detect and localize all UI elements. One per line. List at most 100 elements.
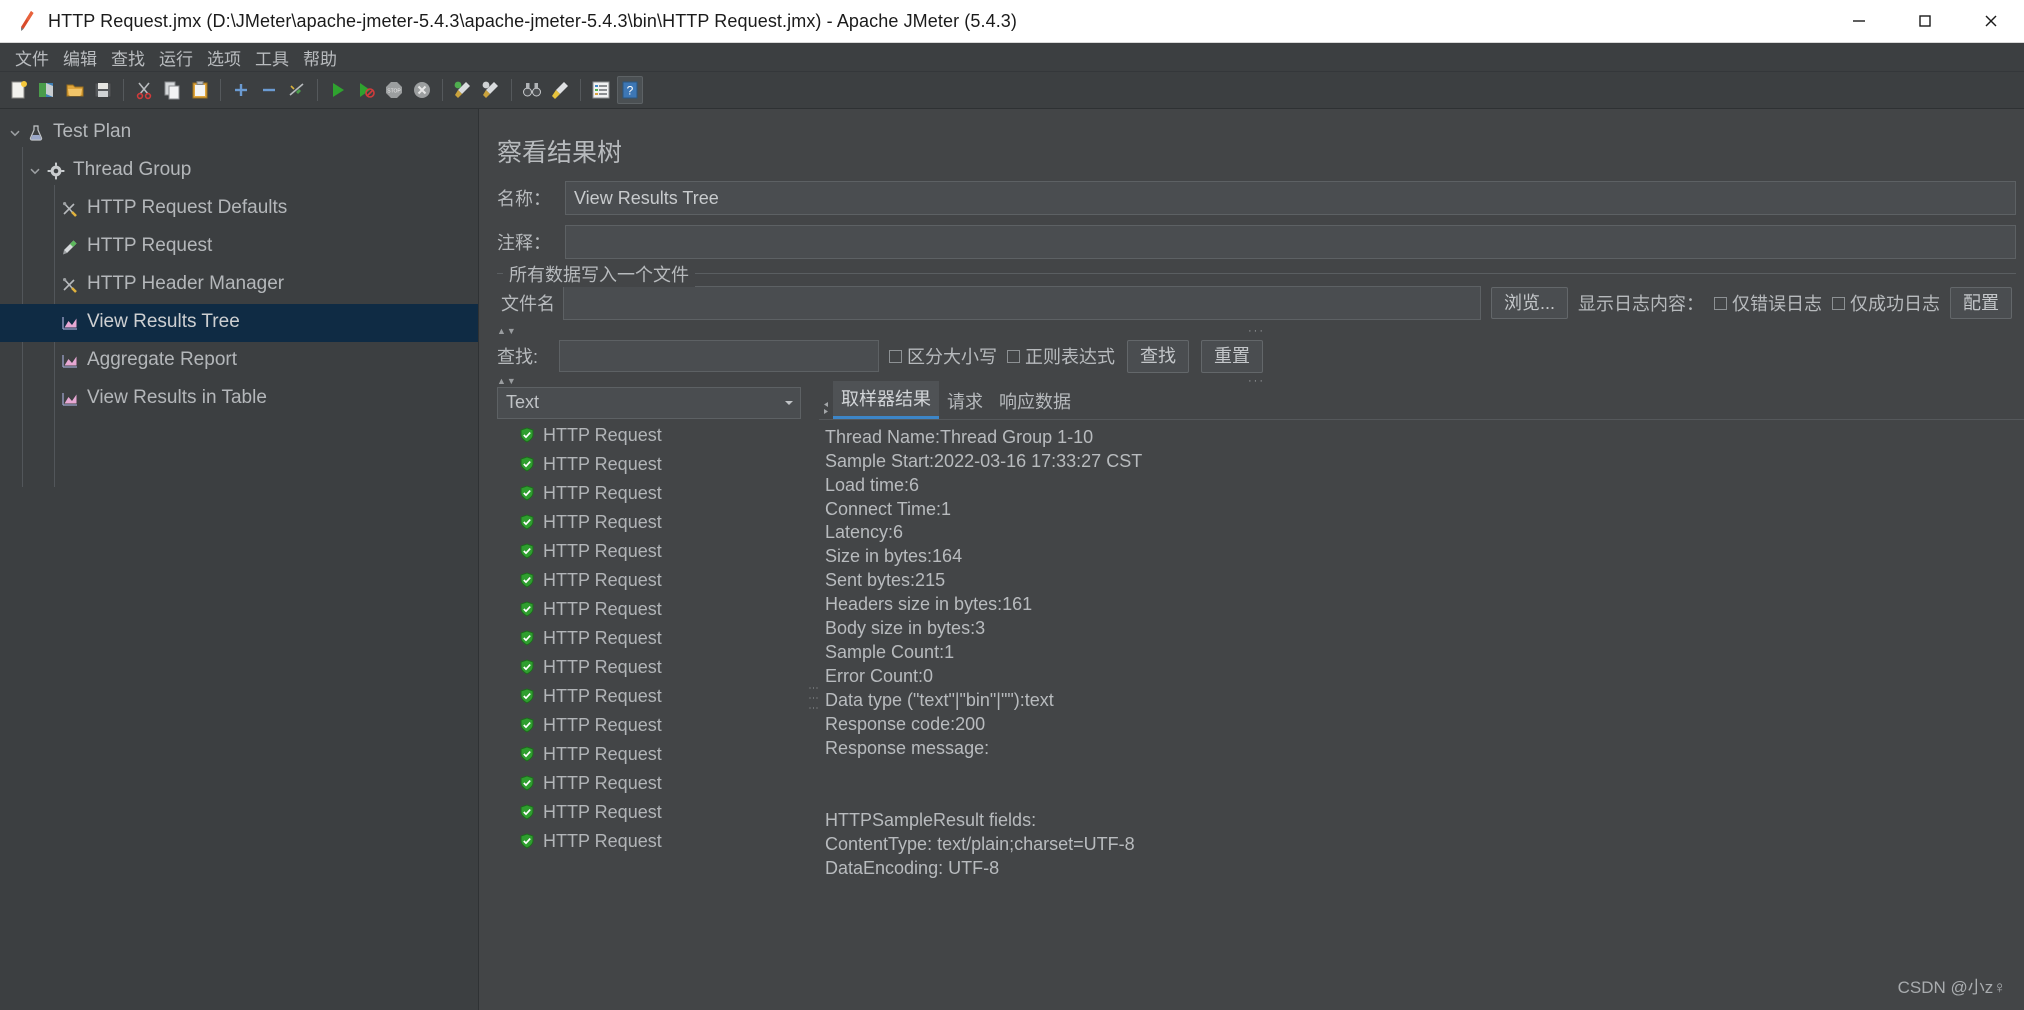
clear-all-broom-icon[interactable] [479,77,503,103]
search-binoculars-icon[interactable] [520,77,544,103]
open-folder-icon[interactable] [63,77,87,103]
save-icon[interactable] [91,77,115,103]
menu-options[interactable]: 选项 [200,43,248,72]
reset-search-broom-icon[interactable] [548,77,572,103]
tree-item-http-request-defaults[interactable]: HTTP Request Defaults [0,190,478,228]
renderer-selected-value: Text [506,392,540,413]
success-only-checkbox[interactable]: 仅成功日志 [1832,290,1940,316]
maximize-button[interactable] [1892,0,1958,42]
list-item[interactable]: HTTP Request [497,740,801,769]
checkbox-box[interactable] [1007,349,1020,363]
list-item-label: HTTP Request [543,743,662,764]
vertical-splitter[interactable]: ⋮⋮⋮ [807,386,819,1010]
checkbox-box[interactable] [1714,296,1727,310]
clear-broom-icon[interactable] [451,77,475,103]
list-item[interactable]: HTTP Request [497,479,801,508]
chevron-down-icon[interactable] [6,127,24,139]
tree-item-http-header-manager[interactable]: HTTP Header Manager [0,266,478,304]
results-splitter[interactable]: ▲▼ ··· [497,376,2016,387]
regexp-label: 正则表达式 [1025,347,1115,368]
tree-item-test-plan[interactable]: Test Plan [0,114,478,152]
toggle-enable-icon[interactable] [285,77,309,103]
paste-clipboard-icon[interactable] [188,77,212,103]
splitter-dots[interactable]: ··· [1248,376,1265,387]
splitter-dots[interactable]: ··· [1248,325,1265,336]
name-input[interactable]: View Results Tree [565,181,2016,215]
case-sensitive-label: 区分大小写 [907,347,997,368]
splitter-arrows[interactable]: ▲▼ [497,326,517,336]
menu-run[interactable]: 运行 [152,43,200,72]
regexp-checkbox[interactable]: 正则表达式 [1007,343,1115,369]
tree-item-view-results-in-table[interactable]: View Results in Table [0,380,478,418]
list-item[interactable]: HTTP Request [497,798,801,827]
chevron-down-icon[interactable] [26,165,44,177]
list-item[interactable]: HTTP Request [497,711,801,740]
copy-icon[interactable] [160,77,184,103]
tree-item-view-results-tree[interactable]: View Results Tree [0,304,478,342]
checkbox-box[interactable] [889,349,902,363]
shutdown-icon[interactable] [410,77,434,103]
tree-item-thread-group[interactable]: Thread Group [0,152,478,190]
cut-scissors-icon[interactable] [132,77,156,103]
list-item[interactable]: HTTP Request [497,827,801,856]
tree-item-label: Aggregate Report [87,349,237,370]
renderer-select[interactable]: Text [497,386,801,419]
listener-icon [58,390,82,408]
svg-text:?: ? [627,84,634,98]
list-item-label: HTTP Request [543,830,662,851]
new-document-icon[interactable] [7,77,31,103]
menu-search[interactable]: 查找 [104,43,152,72]
splitter-dots[interactable]: ⋮⋮⋮ [808,683,819,713]
list-item[interactable]: HTTP Request [497,508,801,537]
tree-item-aggregate-report[interactable]: Aggregate Report [0,342,478,380]
search-splitter[interactable]: ▲▼ ··· [497,325,2016,336]
result-list[interactable]: HTTP Request HTTP Request HTTP Request H… [497,420,801,1010]
list-item[interactable]: HTTP Request [497,537,801,566]
list-item[interactable]: HTTP Request [497,624,801,653]
errors-only-checkbox[interactable]: 仅错误日志 [1714,290,1822,316]
tree-item-http-request[interactable]: HTTP Request [0,228,478,266]
close-button[interactable] [1958,0,2024,42]
configure-button[interactable]: 配置 [1950,286,2012,320]
comment-input[interactable] [565,225,2016,259]
menu-tools[interactable]: 工具 [248,43,296,72]
menu-file[interactable]: 文件 [8,43,56,72]
collapse-minus-icon[interactable] [257,77,281,103]
search-input[interactable] [559,340,879,373]
tab-scroll-arrows[interactable] [819,401,833,419]
browse-button[interactable]: 浏览... [1490,286,1568,320]
title-bar: HTTP Request.jmx (D:\JMeter\apache-jmete… [0,0,2024,43]
checkbox-box[interactable] [1832,296,1845,310]
splitter-arrows[interactable]: ▲▼ [497,377,517,386]
list-item[interactable]: HTTP Request [497,595,801,624]
minimize-button[interactable] [1826,0,1892,42]
stop-icon[interactable]: STOP [382,77,406,103]
reset-button[interactable]: 重置 [1201,340,1263,373]
help-question-icon[interactable]: ? [617,76,643,104]
function-helper-icon[interactable] [589,77,613,103]
sampler-result-text[interactable]: Thread Name:Thread Group 1-10 Sample Sta… [819,420,2024,1010]
tab-response-data[interactable]: 响应数据 [991,384,1079,419]
menu-help[interactable]: 帮助 [296,43,344,72]
tab-sampler-result[interactable]: 取样器结果 [833,380,939,419]
list-item[interactable]: HTTP Request [497,653,801,682]
expand-plus-icon[interactable] [229,77,253,103]
list-item[interactable]: HTTP Request [497,450,801,479]
menu-bar: 文件 编辑 查找 运行 选项 工具 帮助 [0,43,2024,72]
list-item[interactable]: HTTP Request [497,682,801,711]
open-templates-icon[interactable] [35,77,59,103]
start-play-icon[interactable] [326,77,350,103]
start-no-timers-icon[interactable] [354,77,378,103]
list-item[interactable]: HTTP Request [497,769,801,798]
test-plan-tree[interactable]: Test Plan Thread Group HTTP Request Defa… [0,109,478,1010]
tab-request[interactable]: 请求 [939,384,991,419]
list-item[interactable]: HTTP Request [497,421,801,450]
case-sensitive-checkbox[interactable]: 区分大小写 [889,343,997,369]
filename-input[interactable] [563,286,1481,320]
chevron-down-icon[interactable] [778,399,800,407]
search-button[interactable]: 查找 [1127,340,1189,373]
list-item[interactable]: HTTP Request [497,566,801,595]
results-area: Text HTTP Request HTTP Request HTTP Requ… [479,380,2024,1010]
toolbar-separator [511,79,512,101]
menu-edit[interactable]: 编辑 [56,43,104,72]
